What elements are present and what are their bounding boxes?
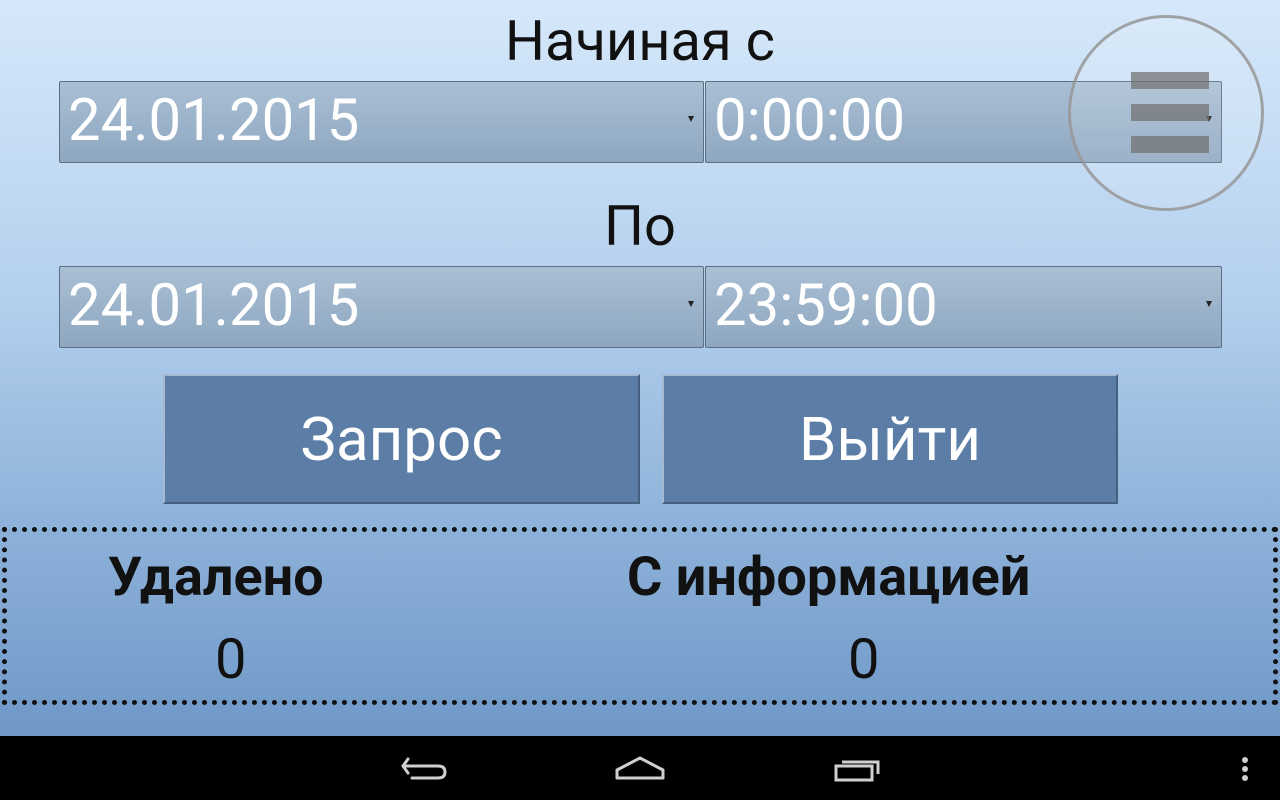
back-icon[interactable]	[392, 736, 456, 800]
with-info-label: С информацией	[627, 546, 1031, 609]
dropdown-arrow-icon	[688, 116, 694, 122]
overflow-icon[interactable]	[1230, 736, 1260, 800]
dropdown-arrow-icon	[1206, 301, 1212, 307]
recents-icon[interactable]	[826, 736, 890, 800]
menu-icon[interactable]	[1068, 15, 1264, 211]
system-navigation-bar	[0, 736, 1280, 800]
to-date-value: 24.01.2015	[68, 272, 360, 340]
query-button[interactable]: Запрос	[163, 374, 640, 504]
to-heading: По	[604, 193, 676, 259]
from-date-value: 24.01.2015	[68, 87, 360, 155]
home-icon[interactable]	[608, 736, 672, 800]
deleted-label: Удалено	[108, 546, 324, 609]
menu-bar	[1131, 136, 1209, 153]
deleted-count: 0	[215, 626, 247, 692]
menu-bar	[1131, 104, 1209, 121]
to-time-spinner[interactable]: 23:59:00	[705, 266, 1222, 348]
from-time-value: 0:00:00	[714, 87, 906, 155]
app-screen: Начиная с 24.01.2015 0:00:00 По 24.01.20…	[0, 0, 1280, 736]
to-time-value: 23:59:00	[714, 272, 938, 340]
to-date-spinner[interactable]: 24.01.2015	[59, 266, 704, 348]
from-date-spinner[interactable]: 24.01.2015	[59, 81, 704, 163]
with-info-count: 0	[848, 626, 880, 692]
dropdown-arrow-icon	[688, 301, 694, 307]
menu-bar	[1131, 72, 1209, 89]
exit-button[interactable]: Выйти	[662, 374, 1118, 504]
results-panel: Удалено 0 С информацией 0	[2, 527, 1278, 705]
